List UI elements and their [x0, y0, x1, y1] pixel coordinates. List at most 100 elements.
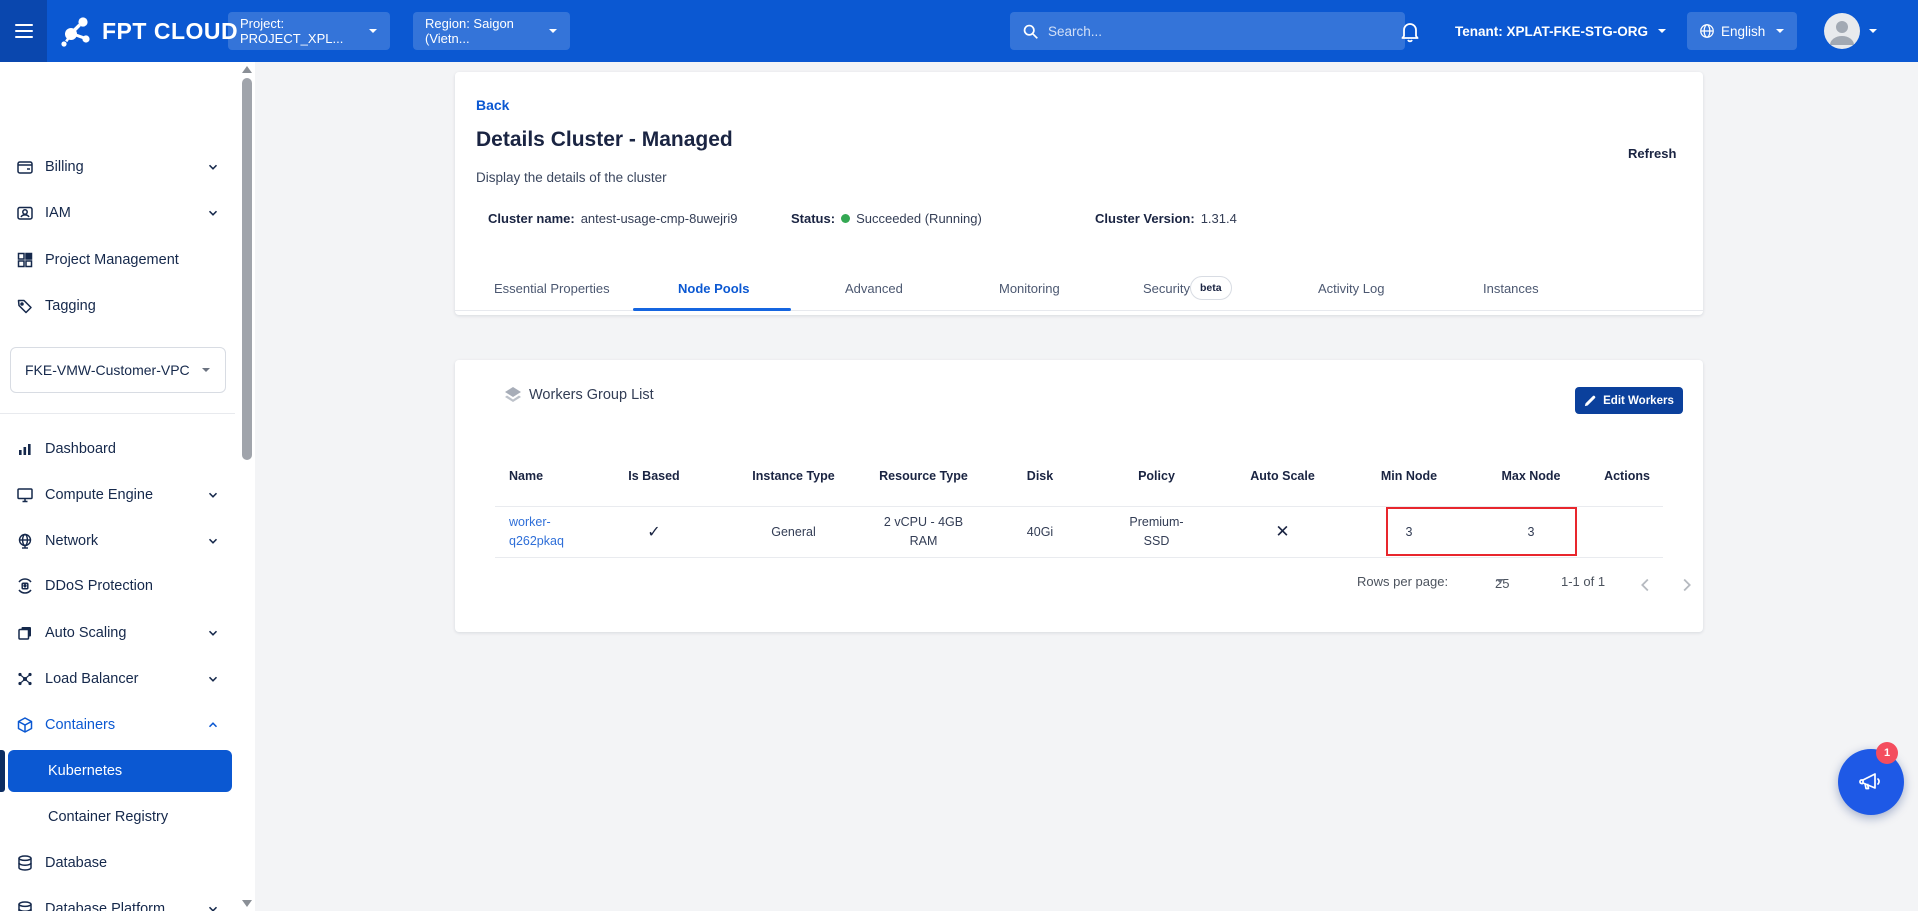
sidebar-item-database-platform[interactable]: Database Platform [0, 894, 235, 911]
chevron-down-icon [1868, 26, 1878, 36]
cell-resource-type: 2 vCPU - 4GB RAM [862, 513, 985, 552]
tab-advanced[interactable]: Advanced [845, 265, 903, 311]
sidebar-item-label: Container Registry [48, 809, 168, 825]
sidebar-item-load-balancer[interactable]: Load Balancer [0, 664, 235, 694]
region-selector[interactable]: Region: Saigon (Vietn... [413, 12, 570, 50]
tab-essential-properties[interactable]: Essential Properties [494, 265, 610, 311]
refresh-button[interactable]: Refresh [1628, 146, 1676, 161]
network-icon [16, 532, 34, 550]
chevron-down-icon [206, 534, 220, 548]
user-menu[interactable] [1824, 0, 1878, 62]
sidebar-item-ddos-protection[interactable]: DDoS Protection [0, 571, 235, 601]
hamburger-menu-button[interactable] [0, 0, 47, 62]
scrollbar-up-arrow[interactable] [242, 66, 252, 73]
search-input[interactable] [1048, 24, 1393, 39]
pagination-range: 1-1 of 1 [1561, 574, 1605, 589]
cell-min-node: 3 [1347, 525, 1471, 539]
workers-table-header: Name Is Based Instance Type Resource Typ… [495, 446, 1663, 506]
sidebar-item-tagging[interactable]: Tagging [0, 291, 235, 321]
chevron-down-icon [1775, 26, 1785, 36]
sidebar-item-kubernetes[interactable]: Kubernetes [8, 750, 232, 792]
chevron-down-icon [1495, 576, 1505, 586]
dashboard-icon [16, 440, 34, 458]
cluster-name-value: antest-usage-cmp-8uwejri9 [581, 211, 738, 226]
sidebar-item-label: DDoS Protection [45, 578, 153, 594]
project-selector-label: Project: PROJECT_XPL... [240, 16, 368, 46]
compute-engine-icon [16, 486, 34, 504]
sidebar-item-label: Containers [45, 717, 115, 733]
sidebar-item-label: Tagging [45, 298, 96, 314]
cell-auto-scale-cross: ✕ [1218, 522, 1347, 542]
database-platform-icon [16, 900, 34, 911]
scrollbar-down-arrow[interactable] [242, 900, 252, 907]
scrollbar-thumb[interactable] [242, 78, 252, 460]
sidebar-item-label: Database Platform [45, 901, 165, 911]
iam-icon [16, 204, 34, 222]
sidebar-item-iam[interactable]: IAM [0, 198, 235, 228]
cell-instance-type: General [725, 525, 862, 539]
sidebar-item-containers[interactable]: Containers [0, 710, 235, 740]
version-label: Cluster Version: [1095, 211, 1195, 226]
col-header-min-node: Min Node [1347, 469, 1471, 483]
worker-name-link[interactable]: worker-q262pkaq [509, 513, 571, 552]
sidebar-item-label: Billing [45, 159, 84, 175]
cell-disk: 40Gi [985, 525, 1095, 539]
sidebar-item-auto-scaling[interactable]: Auto Scaling [0, 618, 235, 648]
workers-group-card: Workers Group List Edit Workers Name Is … [455, 360, 1703, 632]
col-header-max-node: Max Node [1471, 469, 1591, 483]
cluster-version-group: Cluster Version: 1.31.4 [1095, 211, 1237, 226]
active-tab-underline [633, 308, 791, 311]
tab-security[interactable]: Security [1143, 265, 1190, 311]
notification-bell-icon[interactable] [1398, 19, 1422, 43]
cluster-name-label: Cluster name: [488, 211, 575, 226]
version-value: 1.31.4 [1201, 211, 1237, 226]
auto-scaling-icon [16, 624, 34, 642]
edit-workers-button[interactable]: Edit Workers [1575, 387, 1683, 414]
col-header-actions: Actions [1591, 469, 1663, 483]
sidebar-item-label: Load Balancer [45, 671, 139, 687]
edit-workers-label: Edit Workers [1603, 395, 1674, 407]
vpc-selector[interactable]: FKE-VMW-Customer-VPC [10, 347, 226, 393]
chevron-up-icon [206, 718, 220, 732]
project-management-icon [16, 251, 34, 269]
col-header-resource-type: Resource Type [862, 469, 985, 483]
col-header-disk: Disk [985, 469, 1095, 483]
next-page-icon[interactable] [1675, 574, 1697, 596]
tab-activity-log[interactable]: Activity Log [1318, 265, 1384, 311]
brand-logo: FPT CLOUD [58, 0, 238, 62]
sidebar-item-network[interactable]: Network [0, 526, 235, 556]
project-selector[interactable]: Project: PROJECT_XPL... [228, 12, 390, 50]
tenant-label: Tenant: XPLAT-FKE-STG-ORG [1455, 24, 1648, 39]
pagination: Rows per page: 25 1-1 of 1 [455, 572, 1703, 594]
chevron-down-icon [206, 902, 220, 911]
tab-node-pools[interactable]: Node Pools [678, 265, 750, 311]
tab-monitoring[interactable]: Monitoring [999, 265, 1060, 311]
fpt-cloud-molecule-icon [58, 13, 94, 49]
section-title: Workers Group List [529, 387, 654, 403]
sidebar-item-billing[interactable]: Billing [0, 152, 235, 182]
sidebar-item-label: IAM [45, 205, 71, 221]
chevron-down-icon [206, 160, 220, 174]
sidebar-item-container-registry[interactable]: Container Registry [0, 802, 235, 832]
sidebar-scrollbar[interactable] [242, 62, 252, 911]
main-content: Back Details Cluster - Managed Display t… [255, 62, 1918, 911]
cell-max-node: 3 [1471, 525, 1591, 539]
back-link[interactable]: Back [476, 97, 509, 113]
search-icon [1022, 23, 1039, 40]
notification-count-badge: 1 [1876, 742, 1898, 764]
chevron-down-icon [368, 26, 378, 36]
sidebar-item-database[interactable]: Database [0, 848, 235, 878]
language-selector[interactable]: English [1687, 12, 1797, 50]
tag-icon [16, 297, 34, 315]
top-navbar: FPT CLOUD Project: PROJECT_XPL... Region… [0, 0, 1918, 62]
tenant-selector[interactable]: Tenant: XPLAT-FKE-STG-ORG [1455, 0, 1667, 62]
sidebar-item-compute-engine[interactable]: Compute Engine [0, 480, 235, 510]
chevron-down-icon [206, 672, 220, 686]
chevron-down-icon [206, 626, 220, 640]
sidebar-item-dashboard[interactable]: Dashboard [0, 434, 235, 464]
cluster-name-group: Cluster name: antest-usage-cmp-8uwejri9 [488, 211, 738, 226]
previous-page-icon[interactable] [1635, 574, 1657, 596]
sidebar-item-project-management[interactable]: Project Management [0, 245, 235, 275]
sidebar-item-label: Project Management [45, 252, 179, 268]
tab-instances[interactable]: Instances [1483, 265, 1539, 311]
